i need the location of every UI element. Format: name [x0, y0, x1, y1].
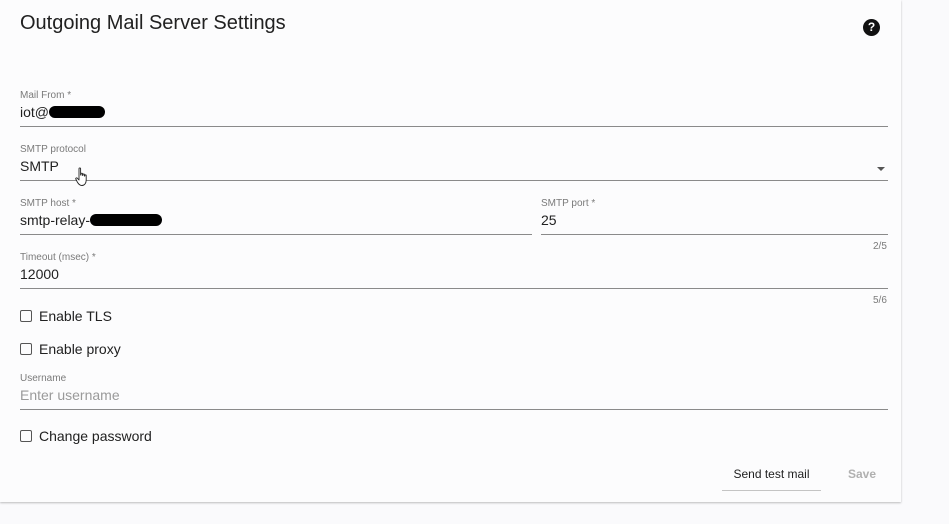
- timeout-field[interactable]: Timeout (msec) * 12000: [20, 252, 888, 290]
- enable-proxy-checkbox[interactable]: Enable proxy: [20, 341, 150, 357]
- checkbox-icon[interactable]: [20, 343, 32, 355]
- enable-tls-checkbox[interactable]: Enable TLS: [20, 308, 140, 324]
- change-password-checkbox[interactable]: Change password: [20, 428, 170, 444]
- chevron-down-icon[interactable]: [877, 167, 885, 171]
- mail-from-label: Mail From *: [20, 90, 72, 101]
- username-field[interactable]: Username Enter username: [20, 373, 888, 411]
- smtp-host-text: smtp-relay-: [20, 212, 91, 228]
- timeout-value[interactable]: 12000: [20, 266, 59, 282]
- smtp-host-value[interactable]: smtp-relay-: [20, 212, 163, 228]
- redaction-mark: [49, 105, 105, 118]
- settings-card: Outgoing Mail Server Settings ? Mail Fro…: [0, 0, 901, 502]
- smtp-protocol-underline: [20, 180, 888, 181]
- page-title: Outgoing Mail Server Settings: [20, 12, 286, 34]
- timeout-underline: [20, 288, 888, 289]
- enable-tls-label: Enable TLS: [39, 308, 112, 324]
- username-label: Username: [20, 373, 67, 384]
- smtp-host-field[interactable]: SMTP host * smtp-relay-: [20, 198, 532, 236]
- smtp-host-underline: [20, 234, 532, 235]
- username-input[interactable]: Enter username: [20, 387, 120, 403]
- change-password-label: Change password: [39, 428, 152, 444]
- smtp-port-value[interactable]: 25: [541, 212, 557, 228]
- smtp-port-field[interactable]: SMTP port * 25: [541, 198, 888, 236]
- smtp-port-counter: 2/5: [873, 241, 887, 252]
- send-test-mail-button[interactable]: Send test mail: [722, 458, 821, 491]
- checkbox-icon[interactable]: [20, 310, 32, 322]
- help-icon[interactable]: ?: [863, 19, 880, 36]
- save-button[interactable]: Save: [838, 458, 886, 490]
- smtp-port-label: SMTP port *: [541, 198, 596, 209]
- smtp-protocol-label: SMTP protocol: [20, 144, 86, 155]
- smtp-protocol-value: SMTP: [20, 158, 59, 174]
- smtp-host-label: SMTP host *: [20, 198, 76, 209]
- username-underline: [20, 409, 888, 410]
- mail-from-value[interactable]: iot@: [20, 104, 105, 120]
- redaction-mark: [90, 213, 163, 226]
- timeout-counter: 5/6: [873, 295, 887, 306]
- mail-from-field[interactable]: Mail From * iot@: [20, 90, 888, 128]
- mail-from-text: iot@: [20, 104, 49, 120]
- checkbox-icon[interactable]: [20, 430, 32, 442]
- timeout-label: Timeout (msec) *: [20, 252, 96, 263]
- enable-proxy-label: Enable proxy: [39, 341, 121, 357]
- smtp-protocol-select[interactable]: SMTP protocol SMTP: [20, 144, 888, 182]
- hand-cursor-icon: [75, 167, 87, 186]
- smtp-port-underline: [541, 234, 888, 235]
- mail-from-underline: [20, 126, 888, 127]
